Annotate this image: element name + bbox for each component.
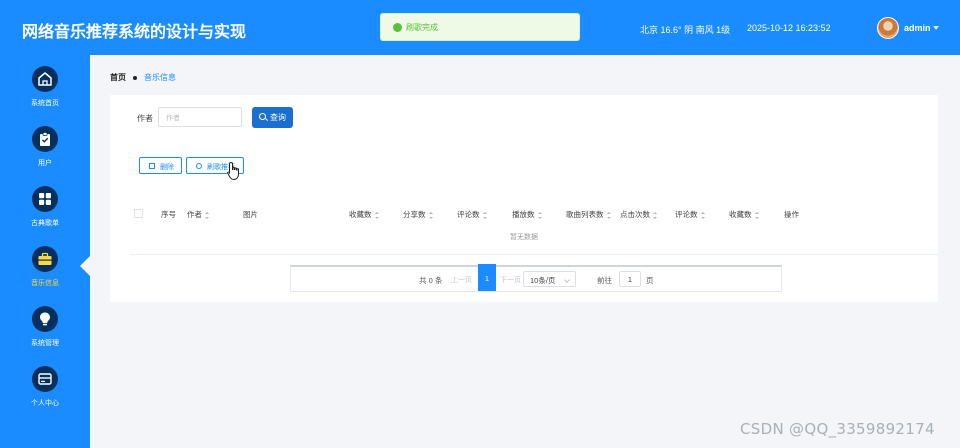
prev-page-button[interactable]: 上一页 [451,275,472,285]
username-menu[interactable]: admin [904,23,931,33]
goto-label: 前往 [597,276,612,285]
card-icon [32,366,58,392]
column-header-sortable[interactable]: 点击次数 [620,209,657,220]
briefcase-icon [32,246,58,272]
sidebar-item-label: 系统管理 [31,340,59,347]
sidebar-item-label: 个人中心 [31,400,59,407]
table-header: 序号 作者 图片 收藏数 分享数 评论数 播放数 歌曲列表数 点击次数 评论数 … [130,203,938,225]
sidebar: 系统首页 用户 古典歌单 音乐信息 系统管理 个人中心 [0,55,90,448]
column-header-sortable[interactable]: 作者 [187,209,209,220]
weather-info: 北京 16.6° 阴 南风 1级 [640,25,731,35]
query-button[interactable]: 查询 [252,107,293,128]
column-header-sortable[interactable]: 收藏数 [729,209,759,220]
sidebar-item-personal-center[interactable]: 个人中心 [0,366,90,426]
column-header-sortable[interactable]: 播放数 [512,209,542,220]
column-header-sortable[interactable]: 歌曲列表数 [566,209,611,220]
sort-icon[interactable] [205,211,209,219]
sort-icon[interactable] [653,211,657,219]
pagination-total: 共 0 条 [419,276,443,285]
sort-icon[interactable] [700,211,705,219]
goto-page-unit: 页 [646,276,654,285]
select-all-checkbox[interactable] [134,209,143,218]
next-page-button[interactable]: 下一页 [500,275,521,285]
hand-cursor-icon [227,161,239,181]
sidebar-item-users[interactable]: 用户 [0,126,90,186]
chevron-down-icon [564,277,570,283]
column-header: 图片 [243,210,258,219]
app-title: 网络音乐推荐系统的设计与实现 [22,24,247,41]
clipboard-icon [32,126,58,152]
page-number-current[interactable]: 1 [478,264,496,291]
sidebar-item-label: 用户 [38,160,52,167]
user-avatar[interactable] [877,17,899,39]
sort-icon[interactable] [537,211,542,219]
author-search-input[interactable]: 作者 [158,107,242,127]
caret-down-icon[interactable] [933,26,939,30]
query-button-label: 查询 [270,113,286,122]
pagination: 共 0 条 上一页 1 下一页 10条/页 前往 1 页 [290,264,782,292]
current-datetime: 2025-10-12 16:23:52 [747,23,831,33]
breadcrumb-home[interactable]: 首页 [110,73,126,82]
top-header: 网络音乐推荐系统的设计与实现 刷歌完成 北京 16.6° 阴 南风 1级 202… [0,0,960,55]
author-filter-label: 作者 [137,114,153,123]
sidebar-item-label: 音乐信息 [31,280,59,287]
table-divider [130,254,938,255]
sort-icon[interactable] [606,211,611,219]
sort-icon[interactable] [754,211,759,219]
breadcrumb-separator [133,75,137,80]
column-header: 序号 [161,210,176,219]
column-header-sortable[interactable]: 评论数 [675,209,705,220]
delete-icon [149,163,155,169]
toast-message: 刷歌完成 [406,23,438,32]
check-circle-icon [393,23,402,32]
success-toast: 刷歌完成 [380,13,580,41]
sort-icon[interactable] [374,211,379,219]
empty-table-message: 暂无数据 [510,234,538,241]
home-icon [32,66,58,92]
sidebar-item-classical-playlist[interactable]: 古典歌单 [0,186,90,246]
column-header-sortable[interactable]: 收藏数 [349,209,379,220]
delete-button-label: 删除 [160,164,174,171]
sidebar-item-label: 古典歌单 [31,220,59,227]
column-header-sortable[interactable]: 评论数 [457,209,487,220]
bulb-icon [32,306,58,332]
refresh-icon [196,163,202,169]
breadcrumb: 首页 音乐信息 [110,72,176,83]
main-content: 首页 音乐信息 作者 作者 查询 删除 刷歌推荐 序号 作者 图片 收藏数 分享数… [90,55,960,448]
delete-button[interactable]: 删除 [139,157,182,174]
page-size-select[interactable]: 10条/页 [523,271,576,287]
search-icon [259,113,266,120]
sort-icon[interactable] [428,211,433,219]
active-indicator [80,256,90,276]
breadcrumb-current: 音乐信息 [144,73,176,82]
page-size-value: 10条/页 [530,276,556,285]
goto-page-input[interactable]: 1 [619,271,641,287]
column-header: 操作 [784,210,799,219]
sidebar-item-system-management[interactable]: 系统管理 [0,306,90,366]
sidebar-item-label: 系统首页 [31,100,59,107]
grid-icon [32,186,58,212]
sidebar-item-music-info[interactable]: 音乐信息 [0,246,90,306]
watermark: CSDN @QQ_3359892174 [740,420,935,438]
sort-icon[interactable] [482,211,487,219]
column-header-sortable[interactable]: 分享数 [403,209,433,220]
sidebar-item-home[interactable]: 系统首页 [0,66,90,126]
content-card: 作者 作者 查询 删除 刷歌推荐 序号 作者 图片 收藏数 分享数 评论数 播放… [110,95,938,302]
